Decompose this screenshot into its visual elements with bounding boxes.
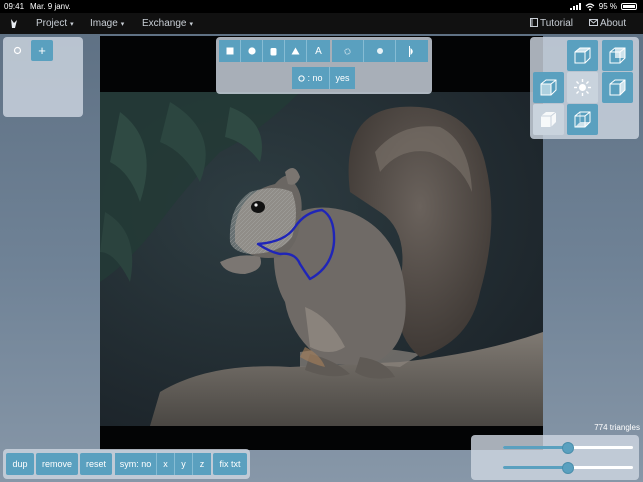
squirrel-photo[interactable]	[100, 92, 543, 426]
brush-tools-group	[332, 40, 428, 62]
battery-icon	[621, 3, 637, 10]
square-tool-button[interactable]	[219, 40, 241, 62]
circle-icon	[247, 47, 256, 55]
chevron-down-icon: ▾	[70, 21, 74, 28]
status-bar: 09:41 Mar. 9 janv. 95 %	[0, 0, 643, 13]
triangle-icon	[291, 47, 300, 55]
view-top-button[interactable]	[567, 40, 598, 71]
about-link[interactable]: About	[589, 13, 626, 34]
reset-button[interactable]: reset	[80, 453, 112, 475]
menu-bar: Project ▾ Image ▾ Exchange ▾ Tutorial About	[0, 13, 643, 34]
status-right: 95 %	[569, 0, 637, 13]
cube-back-icon	[609, 47, 626, 64]
cube-right-icon	[609, 79, 626, 96]
status-time: 09:41	[4, 2, 25, 11]
shape-tools-group: A	[219, 40, 330, 62]
status-date: Mar. 9 janv.	[30, 2, 71, 11]
tutorial-link[interactable]: Tutorial	[530, 13, 573, 34]
view-bottom-button[interactable]	[567, 104, 598, 135]
view-left-button[interactable]	[533, 72, 564, 103]
symmetry-button[interactable]: sym: no	[115, 453, 157, 475]
chevron-down-icon: ▾	[120, 21, 125, 28]
half-circle-icon	[409, 45, 413, 57]
toggle-no-button[interactable]: : no	[292, 67, 330, 89]
solid-view-button[interactable]	[533, 104, 564, 135]
book-icon	[530, 18, 538, 27]
half-shape-button[interactable]	[396, 40, 428, 62]
battery-percent: 95 %	[598, 2, 617, 11]
cube-bottom-icon	[574, 111, 591, 128]
slider-1-knob[interactable]	[562, 442, 574, 454]
left-tools-panel: +	[3, 37, 83, 117]
brush-small-icon	[344, 47, 351, 55]
light-button[interactable]	[567, 72, 598, 103]
wifi-icon	[585, 2, 595, 11]
view-panel	[530, 37, 639, 139]
app-logo-icon[interactable]	[9, 18, 19, 29]
slider-2-fill	[503, 466, 568, 469]
menu-image-label: Image	[90, 18, 118, 29]
menu-image[interactable]: Image ▾	[90, 13, 124, 35]
brush-small-button[interactable]	[332, 40, 364, 62]
symmetry-x-button[interactable]: x	[157, 453, 175, 475]
text-tool-button[interactable]: A	[307, 40, 330, 62]
toggle-yes-button[interactable]: yes	[330, 67, 355, 89]
brush-medium-button[interactable]	[364, 40, 396, 62]
slider-panel	[471, 435, 639, 480]
brush-medium-icon	[376, 48, 383, 54]
cube-left-icon	[540, 79, 557, 96]
symmetry-y-button[interactable]: y	[175, 453, 193, 475]
signal-icon	[569, 3, 581, 10]
bottom-toolbar: dup remove reset sym: no x y z fix txt	[3, 449, 250, 479]
tutorial-label: Tutorial	[540, 18, 573, 29]
about-label: About	[600, 18, 627, 29]
cone-tool-button[interactable]	[285, 40, 307, 62]
dup-button[interactable]: dup	[6, 453, 34, 475]
cube-top-icon	[574, 47, 591, 64]
sun-icon	[574, 79, 591, 96]
toggle-group: : no yes	[292, 67, 355, 89]
view-right-button[interactable]	[602, 72, 633, 103]
add-button[interactable]: +	[31, 40, 53, 61]
toggle-no-label: : no	[307, 73, 323, 83]
cylinder-icon	[270, 47, 277, 55]
cylinder-tool-button[interactable]	[263, 40, 285, 62]
menu-exchange[interactable]: Exchange ▾	[142, 13, 193, 35]
point-mode-button[interactable]	[6, 40, 28, 61]
menu-project-label: Project	[36, 18, 68, 29]
remove-button[interactable]: remove	[36, 453, 78, 475]
mail-icon	[589, 19, 598, 26]
cube-solid-icon	[541, 111, 557, 127]
circle-outline-icon	[13, 46, 21, 55]
view-back-button[interactable]	[602, 40, 633, 71]
circle-tool-button[interactable]	[241, 40, 263, 62]
circle-dashed-icon	[298, 74, 306, 82]
fix-txt-button[interactable]: fix txt	[213, 453, 247, 475]
slider-2-knob[interactable]	[562, 462, 574, 474]
menu-project[interactable]: Project ▾	[36, 13, 74, 35]
square-icon	[226, 47, 233, 55]
triangle-count: 774 triangles	[594, 423, 640, 432]
slider-1-fill	[503, 446, 568, 449]
symmetry-z-button[interactable]: z	[193, 453, 211, 475]
menu-exchange-label: Exchange	[142, 18, 187, 29]
chevron-down-icon: ▾	[189, 21, 193, 28]
symmetry-group: sym: no x y z	[115, 453, 211, 475]
image-canvas[interactable]	[100, 36, 543, 450]
shape-toolbar: A : no yes	[216, 37, 432, 94]
